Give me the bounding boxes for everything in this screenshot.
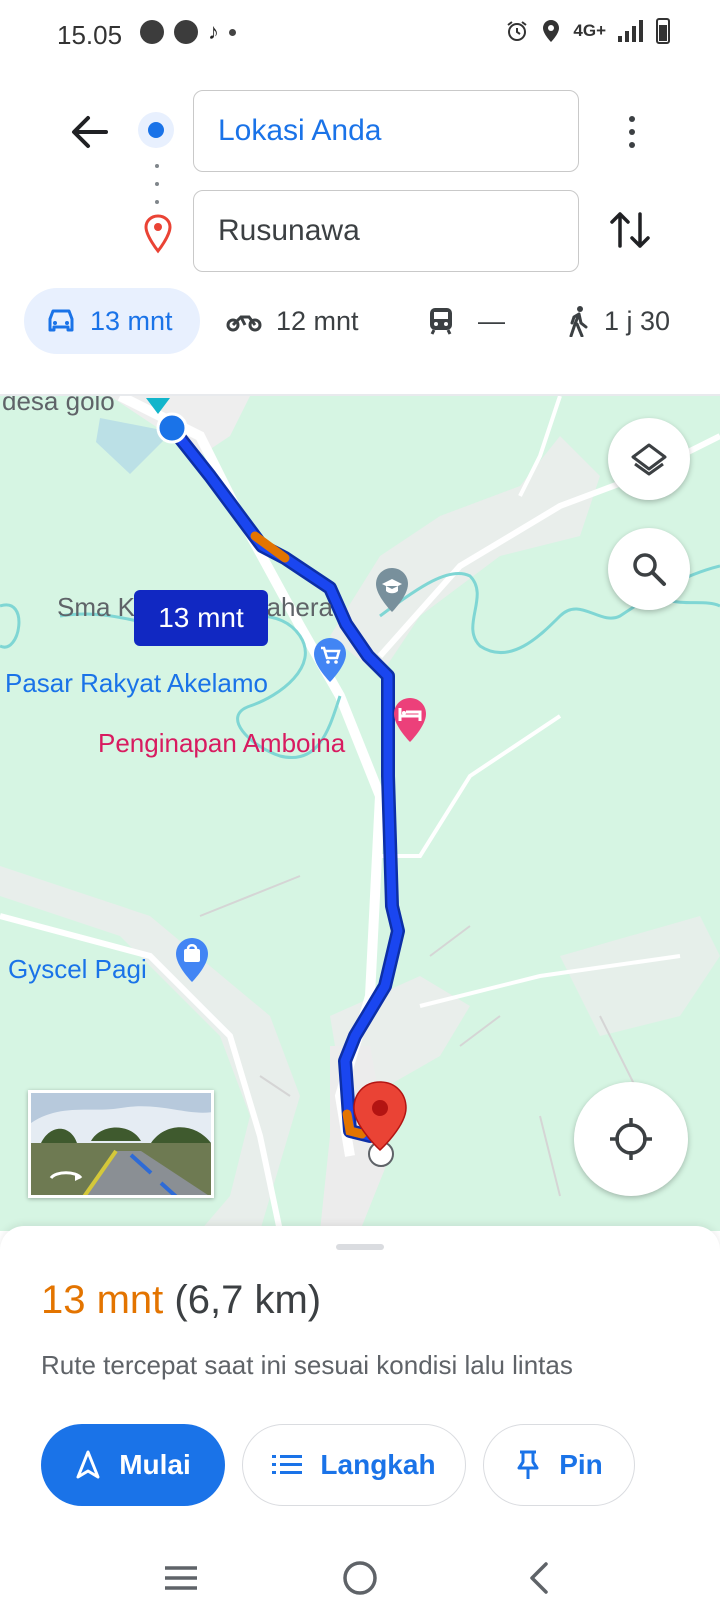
crosshair-icon — [610, 1118, 652, 1160]
mode-car-label: 13 mnt — [90, 305, 173, 336]
route-description: Rute tercepat saat ini sesuai kondisi la… — [41, 1350, 573, 1380]
mode-motorcycle-tab[interactable]: 12 mnt — [226, 288, 359, 354]
route-time-bubble[interactable]: 13 mnt — [134, 590, 268, 646]
hotel-poi-icon[interactable] — [390, 696, 430, 744]
recents-button[interactable] — [156, 1556, 206, 1600]
speedometer-icon — [174, 20, 198, 44]
mode-car-tab[interactable]: 13 mnt — [24, 288, 200, 354]
map-view[interactable]: desa golo Sma Kristen Halmahera Pasar Ra… — [0, 396, 720, 1231]
route-distance: (6,7 km) — [174, 1278, 322, 1322]
start-button[interactable]: Mulai — [41, 1424, 225, 1506]
status-time: 15.05 — [57, 20, 123, 50]
transit-icon — [430, 308, 452, 335]
layers-icon — [631, 443, 667, 476]
notification-dot-icon — [229, 28, 236, 36]
my-location-button[interactable] — [574, 1082, 688, 1196]
pin-icon — [517, 1450, 539, 1479]
map-label-gyscel[interactable]: Gyscel Pagi — [8, 954, 147, 985]
pin-button-label: Pin — [559, 1449, 603, 1480]
map-label-penginapan[interactable]: Penginapan Amboina — [98, 728, 345, 759]
signal-icon — [618, 20, 643, 42]
mode-transit-tab[interactable]: — — [428, 288, 505, 354]
battery-icon — [656, 18, 670, 44]
drag-handle[interactable] — [336, 1244, 384, 1250]
steps-button[interactable]: Langkah — [242, 1424, 466, 1506]
status-bar: 15.05 ♪ 4G+ — [0, 0, 720, 66]
search-along-route-button[interactable] — [608, 528, 690, 610]
shopping-poi-icon[interactable] — [310, 636, 350, 684]
mode-motorcycle-label: 12 mnt — [276, 305, 359, 336]
walk-icon — [569, 306, 588, 337]
location-icon — [543, 20, 560, 42]
shopping-bag-poi-icon[interactable] — [172, 936, 212, 984]
back-arrow-icon[interactable] — [66, 108, 114, 156]
tiktok-icon: ♪ — [208, 19, 219, 44]
map-label-desa[interactable]: desa golo — [2, 396, 115, 417]
route-connector — [155, 164, 159, 204]
network-type: 4G+ — [573, 21, 606, 40]
navigation-arrow-icon — [76, 1450, 100, 1479]
swap-icon[interactable] — [608, 206, 652, 254]
mode-walk-label: 1 j 30 — [604, 305, 671, 336]
car-icon — [48, 309, 74, 332]
system-back-button[interactable] — [514, 1556, 564, 1600]
steps-button-label: Langkah — [320, 1449, 436, 1480]
home-icon — [343, 1561, 377, 1595]
mode-walk-tab[interactable]: 1 j 30 — [566, 288, 670, 354]
street-view-thumbnail[interactable] — [28, 1090, 214, 1198]
layers-button[interactable] — [608, 418, 690, 500]
directions-header: Lokasi Anda Rusunawa 13 mnt 12 mnt — 1 j… — [0, 66, 720, 396]
system-navigation-bar — [0, 1546, 720, 1612]
destination-field[interactable]: Rusunawa — [193, 190, 579, 272]
more-options-icon[interactable] — [612, 110, 652, 154]
alarm-icon — [507, 21, 527, 41]
origin-field[interactable]: Lokasi Anda — [193, 90, 579, 172]
travel-mode-tabs: 13 mnt 12 mnt — 1 j 30 — [0, 288, 720, 360]
chevron-left-icon — [530, 1562, 548, 1594]
route-summary: 13 mnt (6,7 km) — [41, 1278, 321, 1323]
motorcycle-icon — [226, 315, 262, 332]
list-icon — [272, 1455, 303, 1474]
recents-icon — [165, 1566, 197, 1590]
pin-button[interactable]: Pin — [483, 1424, 635, 1506]
route-duration: 13 mnt — [41, 1278, 164, 1322]
start-button-label: Mulai — [119, 1449, 191, 1480]
school-poi-icon[interactable] — [372, 566, 412, 614]
origin-marker-icon — [138, 112, 174, 148]
destination-pin-icon — [144, 214, 172, 254]
home-button[interactable] — [335, 1556, 385, 1600]
speedometer-icon — [140, 20, 164, 44]
street-view-image — [31, 1093, 211, 1195]
search-icon — [633, 553, 666, 586]
route-bottom-sheet: 13 mnt (6,7 km) Rute tercepat saat ini s… — [0, 1226, 720, 1546]
mode-transit-label: — — [478, 305, 505, 336]
map-label-pasar[interactable]: Pasar Rakyat Akelamo — [5, 668, 268, 699]
